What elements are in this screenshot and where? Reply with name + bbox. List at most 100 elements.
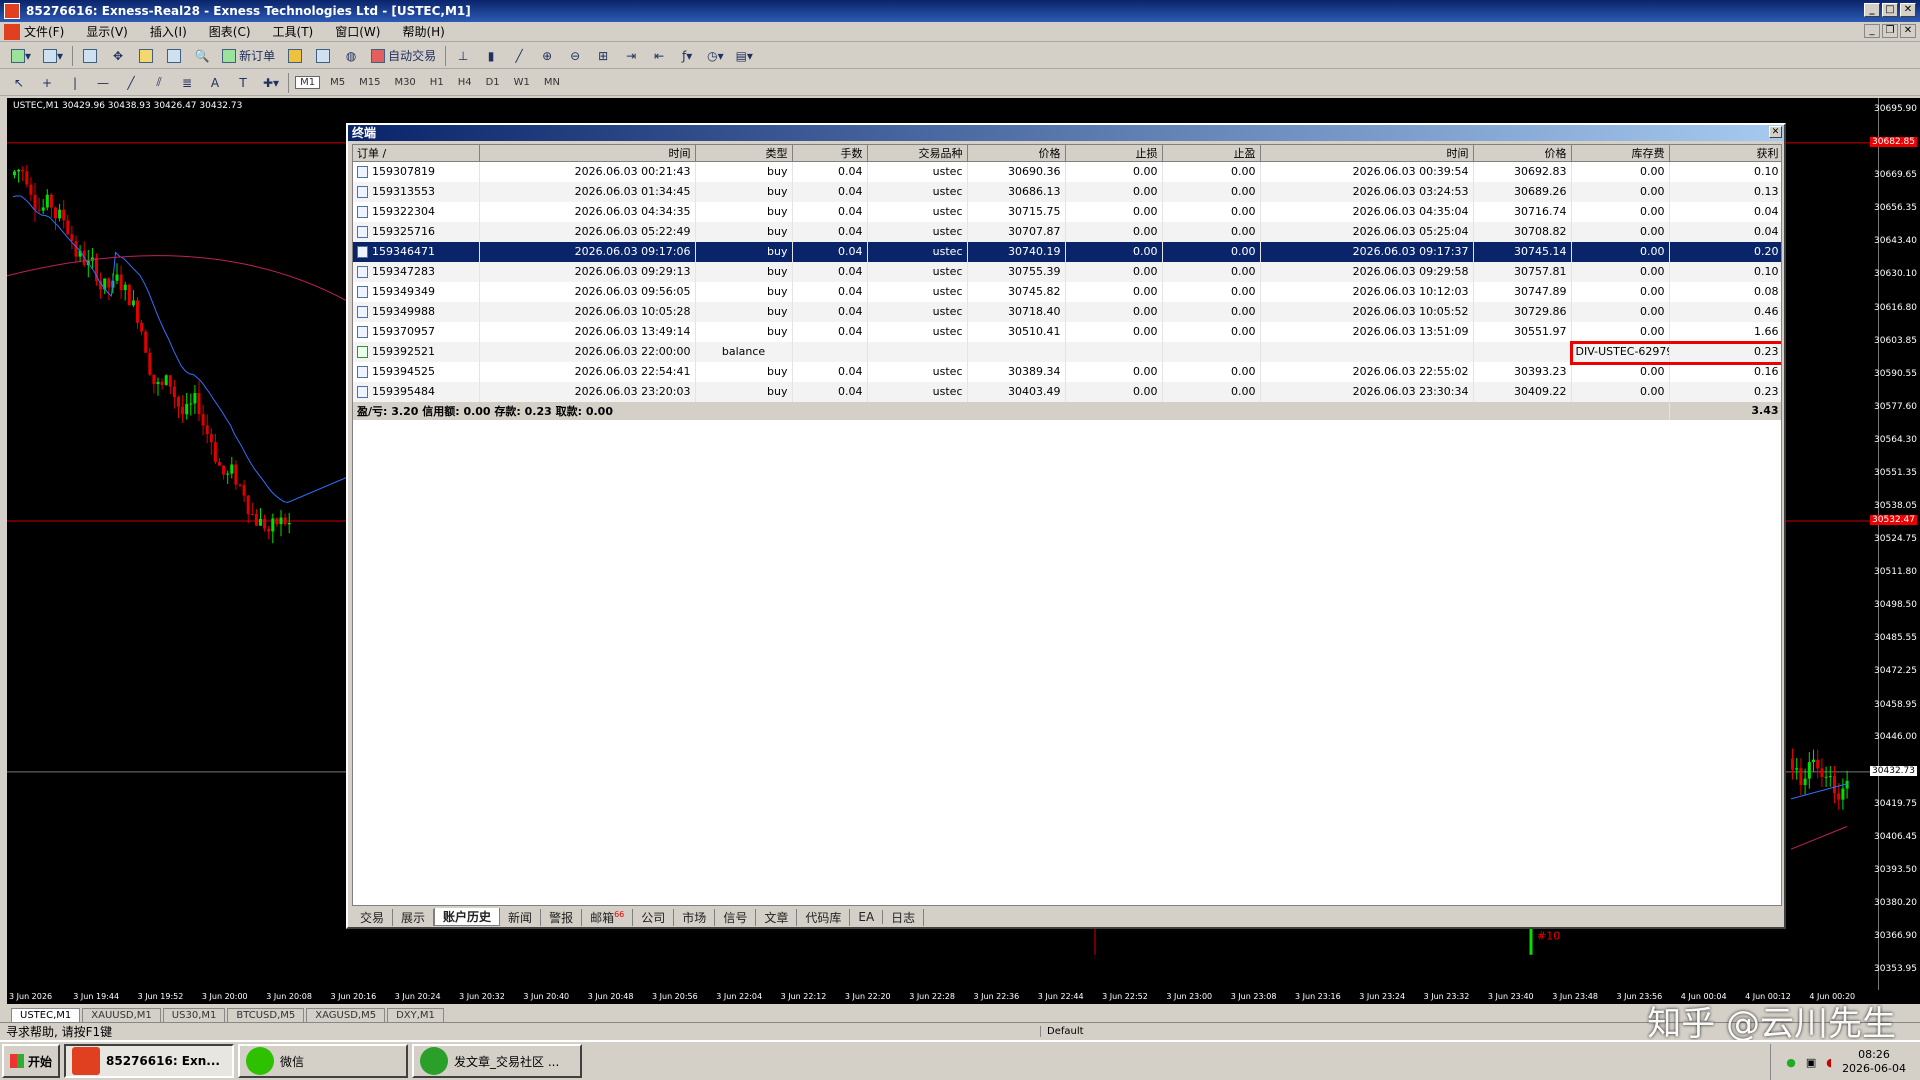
terminal-button[interactable] bbox=[163, 46, 185, 66]
timeframe-m5[interactable]: M5 bbox=[326, 77, 349, 88]
terminal-tab[interactable]: 文章 bbox=[756, 908, 798, 926]
close-price-column-header[interactable]: 价格 bbox=[1473, 145, 1572, 162]
order-column-header[interactable]: 订单 / bbox=[353, 145, 480, 162]
line-chart-button[interactable]: ╱ bbox=[508, 46, 530, 66]
tray-network-icon[interactable]: ▣ bbox=[1806, 1056, 1816, 1069]
market-watch-button[interactable] bbox=[79, 46, 101, 66]
close-time-column-header[interactable]: 时间 bbox=[1260, 145, 1474, 162]
signals-button[interactable] bbox=[312, 46, 334, 66]
text-label-tool[interactable]: T bbox=[232, 73, 254, 93]
menu-file[interactable]: 文件(F) bbox=[24, 23, 64, 40]
chart-tab[interactable]: USTEC,M1 bbox=[11, 1008, 81, 1022]
timeframe-h1[interactable]: H1 bbox=[426, 77, 448, 88]
profiles-button[interactable]: ▾ bbox=[40, 46, 66, 66]
price-scale[interactable]: 30695.90 30682.85 30669.65 30656.35 30643.40… bbox=[1870, 98, 1920, 990]
terminal-tab[interactable]: 警报 bbox=[541, 908, 583, 926]
menu-insert[interactable]: 插入(I) bbox=[150, 23, 187, 40]
arrows-tool[interactable]: ✚▾ bbox=[260, 73, 282, 93]
history-row[interactable]: 159313553 2026.06.03 01:34:45 buy 0.04 ustec… bbox=[353, 181, 1781, 202]
tile-windows-button[interactable]: ⊞ bbox=[592, 46, 614, 66]
zoom-in-button[interactable]: ⊕ bbox=[536, 46, 558, 66]
profit-column-header[interactable]: 获利 bbox=[1669, 145, 1781, 162]
data-window-button[interactable]: ✥ bbox=[107, 46, 129, 66]
chart-tab[interactable]: XAUUSD,M1 bbox=[82, 1008, 161, 1022]
tp-column-header[interactable]: 止盈 bbox=[1162, 145, 1261, 162]
tray-wechat-icon[interactable]: ● bbox=[1786, 1056, 1796, 1069]
menu-view[interactable]: 显示(V) bbox=[86, 23, 128, 40]
vertical-line-tool[interactable]: | bbox=[64, 73, 86, 93]
history-row[interactable]: 159322304 2026.06.03 04:34:35 buy 0.04 ustec… bbox=[353, 201, 1781, 222]
channel-tool[interactable]: ⫽ bbox=[148, 73, 170, 93]
history-row[interactable]: 159395484 2026.06.03 23:20:03 buy 0.04 ustec… bbox=[353, 381, 1781, 402]
new-chart-button[interactable]: ▾ bbox=[8, 46, 34, 66]
mdi-restore-button[interactable]: ❐ bbox=[1882, 24, 1898, 38]
metaeditor-button[interactable] bbox=[284, 46, 306, 66]
taskbar-item-mt4[interactable]: 85276616: Exn... bbox=[64, 1044, 235, 1078]
fibonacci-tool[interactable]: ≣ bbox=[176, 73, 198, 93]
chart-tab[interactable]: US30,M1 bbox=[162, 1008, 226, 1022]
timeframe-m15[interactable]: M15 bbox=[355, 77, 384, 88]
history-row[interactable]: 159307819 2026.06.03 00:21:43 buy 0.04 ustec… bbox=[353, 161, 1781, 182]
cursor-tool[interactable]: ↖ bbox=[8, 73, 30, 93]
history-row[interactable]: 159347283 2026.06.03 09:29:13 buy 0.04 ustec… bbox=[353, 261, 1781, 282]
bar-chart-button[interactable]: ⊥ bbox=[452, 46, 474, 66]
type-column-header[interactable]: 类型 bbox=[695, 145, 793, 162]
history-row[interactable]: 159394525 2026.06.03 22:54:41 buy 0.04 ustec… bbox=[353, 361, 1781, 382]
balance-row[interactable]: 159392521 2026.06.03 22:00:00 balance DIV-U… bbox=[353, 341, 1781, 362]
horizontal-line-tool[interactable]: — bbox=[92, 73, 114, 93]
chart-shift-button[interactable]: ⇤ bbox=[648, 46, 670, 66]
clock[interactable]: 08:26 2026-06-04 bbox=[1842, 1048, 1906, 1076]
timeframe-m1[interactable]: M1 bbox=[295, 76, 321, 89]
chart-tab[interactable]: DXY,M1 bbox=[387, 1008, 444, 1022]
crosshair-tool[interactable]: + bbox=[36, 73, 58, 93]
history-row[interactable]: 159346471 2026.06.03 09:17:06 buy 0.04 ustec… bbox=[353, 241, 1781, 262]
text-tool[interactable]: A bbox=[204, 73, 226, 93]
terminal-tab[interactable]: 邮箱66 bbox=[582, 908, 634, 926]
menu-charts[interactable]: 图表(C) bbox=[209, 23, 251, 40]
open-time-column-header[interactable]: 时间 bbox=[479, 145, 696, 162]
minimize-button[interactable]: _ bbox=[1864, 3, 1880, 17]
new-order-button[interactable]: 新订单 bbox=[219, 46, 278, 66]
start-button[interactable]: 开始 bbox=[2, 1044, 61, 1078]
tester-button[interactable]: 🔍 bbox=[191, 46, 213, 66]
terminal-tab[interactable]: 公司 bbox=[633, 908, 675, 926]
timeframe-mn[interactable]: MN bbox=[540, 77, 564, 88]
history-row[interactable]: 159325716 2026.06.03 05:22:49 buy 0.04 ustec… bbox=[353, 221, 1781, 242]
globe-icon[interactable]: ◍ bbox=[340, 46, 362, 66]
terminal-close-button[interactable]: ✕ bbox=[1769, 126, 1782, 138]
menu-tools[interactable]: 工具(T) bbox=[273, 23, 314, 40]
history-row[interactable]: 159349349 2026.06.03 09:56:05 buy 0.04 ustec… bbox=[353, 281, 1781, 302]
swap-column-header[interactable]: 库存费 bbox=[1571, 145, 1670, 162]
zoom-out-button[interactable]: ⊖ bbox=[564, 46, 586, 66]
taskbar-item-browser[interactable]: 发文章_交易社区 ... bbox=[412, 1044, 583, 1078]
chart-tab[interactable]: XAGUSD,M5 bbox=[306, 1008, 386, 1022]
indicators-button[interactable]: ƒ▾ bbox=[676, 46, 698, 66]
close-button[interactable]: ✕ bbox=[1900, 3, 1916, 17]
history-row[interactable]: 159349988 2026.06.03 10:05:28 buy 0.04 ustec… bbox=[353, 301, 1781, 322]
menu-help[interactable]: 帮助(H) bbox=[402, 23, 444, 40]
sl-column-header[interactable]: 止损 bbox=[1065, 145, 1163, 162]
candlestick-button[interactable]: ▮ bbox=[480, 46, 502, 66]
timeframe-h4[interactable]: H4 bbox=[454, 77, 476, 88]
terminal-tab[interactable]: EA bbox=[850, 910, 884, 924]
chart-tab[interactable]: BTCUSD,M5 bbox=[227, 1008, 305, 1022]
terminal-tab[interactable]: 日志 bbox=[883, 908, 925, 926]
templates-button[interactable]: ▤▾ bbox=[733, 46, 756, 66]
trendline-tool[interactable]: ╱ bbox=[120, 73, 142, 93]
mdi-minimize-button[interactable]: _ bbox=[1864, 24, 1880, 38]
lots-column-header[interactable]: 手数 bbox=[792, 145, 868, 162]
mdi-close-button[interactable]: ✕ bbox=[1900, 24, 1916, 38]
history-row[interactable]: 159370957 2026.06.03 13:49:14 buy 0.04 ustec… bbox=[353, 321, 1781, 342]
open-price-column-header[interactable]: 价格 bbox=[967, 145, 1066, 162]
menu-window[interactable]: 窗口(W) bbox=[335, 23, 380, 40]
symbol-column-header[interactable]: 交易品种 bbox=[867, 145, 968, 162]
taskbar-item-wechat[interactable]: 微信 bbox=[238, 1044, 409, 1078]
terminal-tab[interactable]: 账户历史 bbox=[434, 908, 501, 926]
terminal-tab[interactable]: 新闻 bbox=[500, 908, 542, 926]
navigator-button[interactable] bbox=[135, 46, 157, 66]
terminal-tab[interactable]: 展示 bbox=[393, 908, 435, 926]
timeframe-m30[interactable]: M30 bbox=[390, 77, 419, 88]
timeframe-w1[interactable]: W1 bbox=[510, 77, 534, 88]
timeframe-d1[interactable]: D1 bbox=[482, 77, 504, 88]
auto-trading-button[interactable]: 自动交易 bbox=[368, 46, 439, 66]
